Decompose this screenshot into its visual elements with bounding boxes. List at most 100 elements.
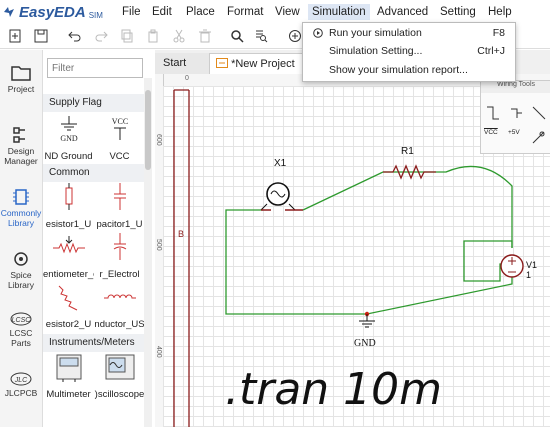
nav-commonly-label-2: Library xyxy=(8,218,34,228)
source-value: 1 xyxy=(526,270,531,280)
lib-vcc-label: VCC xyxy=(109,151,130,162)
nav-spice-library[interactable]: Spice Library xyxy=(0,250,42,290)
chip-icon xyxy=(13,189,29,205)
nav-design-label-1: Design xyxy=(7,146,35,156)
new-file-icon[interactable] xyxy=(6,27,24,45)
menu-bar: EasyEDA SIM File Edit Place Format View … xyxy=(0,0,550,24)
section-supply-flag[interactable]: Supply Flag xyxy=(43,94,145,112)
wire-lamp-resistor[interactable] xyxy=(302,171,436,211)
cut-icon[interactable] xyxy=(170,27,188,45)
section-common[interactable]: Common xyxy=(43,164,145,182)
find-replace-icon[interactable] xyxy=(252,27,270,45)
menu-file[interactable]: File xyxy=(118,4,145,20)
lib-gnd-label: ND Ground xyxy=(44,151,93,162)
library-scroll-thumb[interactable] xyxy=(145,90,151,170)
wire-resistor-source[interactable] xyxy=(436,165,513,248)
menu-view[interactable]: View xyxy=(271,4,304,20)
section-instruments[interactable]: Instruments/Meters xyxy=(43,334,145,352)
logo-text: EasyEDA xyxy=(19,3,86,21)
simulation-setting-label: Simulation Setting... xyxy=(329,45,423,57)
simulation-setting-shortcut: Ctrl+J xyxy=(477,45,505,57)
jlcpcb-icon: JLC xyxy=(10,372,32,386)
simulation-dropdown: Run your simulation F8 Simulation Settin… xyxy=(302,22,516,82)
run-simulation-label: Run your simulation xyxy=(329,27,422,39)
play-icon xyxy=(313,28,323,38)
menu-edit[interactable]: Edit xyxy=(148,4,176,20)
lib-resistor2[interactable]: esistor2_U xyxy=(43,282,94,332)
multimeter-icon xyxy=(56,354,81,382)
lib-vcc[interactable]: VCC VCC xyxy=(94,114,145,164)
menu-simulation[interactable]: Simulation xyxy=(308,4,370,20)
menu-place[interactable]: Place xyxy=(182,4,219,20)
gnd-symbol-icon: GND xyxy=(60,116,77,143)
search-icon[interactable] xyxy=(228,27,246,45)
voltage-source-v1[interactable] xyxy=(500,254,524,278)
lib-potentiometer[interactable]: entiometer_o xyxy=(43,232,94,282)
paste-icon[interactable] xyxy=(144,27,162,45)
menu-item-run-simulation[interactable]: Run your simulation F8 xyxy=(303,24,515,42)
save-icon[interactable] xyxy=(32,27,50,45)
nav-project[interactable]: Project xyxy=(0,64,42,94)
nav-design-manager[interactable]: Design Manager xyxy=(0,126,42,166)
left-nav: Project Design Manager Commonly Library … xyxy=(0,50,43,427)
lib-capacitor1-label: pacitor1_U xyxy=(96,219,143,230)
delete-icon[interactable] xyxy=(196,27,214,45)
lib-oscilloscope[interactable]: )scilloscope xyxy=(94,352,145,402)
tab-new-project[interactable]: *New Project xyxy=(209,53,307,74)
lib-oscilloscope-label: )scilloscope xyxy=(94,389,145,400)
tab-start[interactable]: Start xyxy=(155,53,209,74)
undo-icon[interactable] xyxy=(66,27,84,45)
bus-tool-icon[interactable] xyxy=(508,105,524,121)
nav-jlcpcb[interactable]: JLC JLCPCB xyxy=(0,372,42,398)
lamp-x1[interactable] xyxy=(260,182,303,211)
sheet-border xyxy=(173,89,190,427)
nav-lcsc-parts[interactable]: LCSC LCSC Parts xyxy=(0,312,42,348)
library-panel: Supply Flag GND ND Ground VCC VCC Common… xyxy=(43,50,156,427)
wire-tool-icon[interactable] xyxy=(485,105,501,121)
lib-multimeter-label: Multimeter xyxy=(46,389,91,400)
nav-spice-label-1: Spice xyxy=(10,270,32,280)
copy-icon[interactable] xyxy=(118,27,136,45)
wiring-tools-title: Wiring Tools xyxy=(481,81,550,93)
menu-format[interactable]: Format xyxy=(223,4,267,20)
lib-resistor1[interactable]: esistor1_U xyxy=(43,182,94,232)
probe-tool-icon[interactable] xyxy=(531,129,547,145)
lamp-label: X1 xyxy=(274,158,287,169)
lib-resistor2-label: esistor2_U xyxy=(45,319,92,330)
plus5v-tool[interactable]: +5V xyxy=(508,129,520,136)
menu-advanced[interactable]: Advanced xyxy=(373,4,432,20)
nav-spice-label-2: Library xyxy=(8,280,34,290)
capacitor-icon xyxy=(113,183,126,210)
spice-directive[interactable]: .tran 10m xyxy=(225,364,442,415)
spice-icon xyxy=(14,252,28,266)
source-label: V1 xyxy=(526,260,537,270)
lib-electrolytic[interactable]: r_Electrol xyxy=(94,232,145,282)
inductor-icon xyxy=(103,294,136,299)
lib-multimeter[interactable]: Multimeter xyxy=(43,352,94,402)
svg-text:JLC: JLC xyxy=(14,377,28,384)
nav-design-label-2: Manager xyxy=(4,156,38,166)
resistor-zigzag-icon xyxy=(58,285,77,311)
lib-capacitor1[interactable]: pacitor1_U xyxy=(94,182,145,232)
filter-input[interactable] xyxy=(47,58,143,78)
menu-item-simulation-report[interactable]: Show your simulation report... xyxy=(303,61,515,79)
redo-icon[interactable] xyxy=(92,27,110,45)
menu-item-simulation-setting[interactable]: Simulation Setting... Ctrl+J xyxy=(303,42,515,60)
simulation-report-label: Show your simulation report... xyxy=(329,64,468,76)
potentiometer-icon xyxy=(52,236,85,254)
lib-inductor[interactable]: nductor_US xyxy=(94,282,145,332)
run-simulation-shortcut: F8 xyxy=(492,27,505,39)
vcc-symbol-icon: VCC xyxy=(111,117,128,140)
nav-commonly-library[interactable]: Commonly Library xyxy=(0,188,42,228)
electrolytic-capacitor-icon xyxy=(113,233,126,260)
wiring-tools-panel: Wiring Tools VCC +5V xyxy=(480,80,550,154)
lib-gnd[interactable]: GND ND Ground xyxy=(43,114,94,164)
nav-lcsc-label-2: Parts xyxy=(11,338,31,348)
menu-help[interactable]: Help xyxy=(484,4,516,20)
line-tool-icon[interactable] xyxy=(531,105,547,121)
wire-net[interactable] xyxy=(225,209,513,315)
menu-setting[interactable]: Setting xyxy=(436,4,480,20)
nav-project-label: Project xyxy=(7,84,35,94)
vcc-tool[interactable]: VCC xyxy=(484,129,498,136)
resistor-label: R1 xyxy=(401,146,414,157)
